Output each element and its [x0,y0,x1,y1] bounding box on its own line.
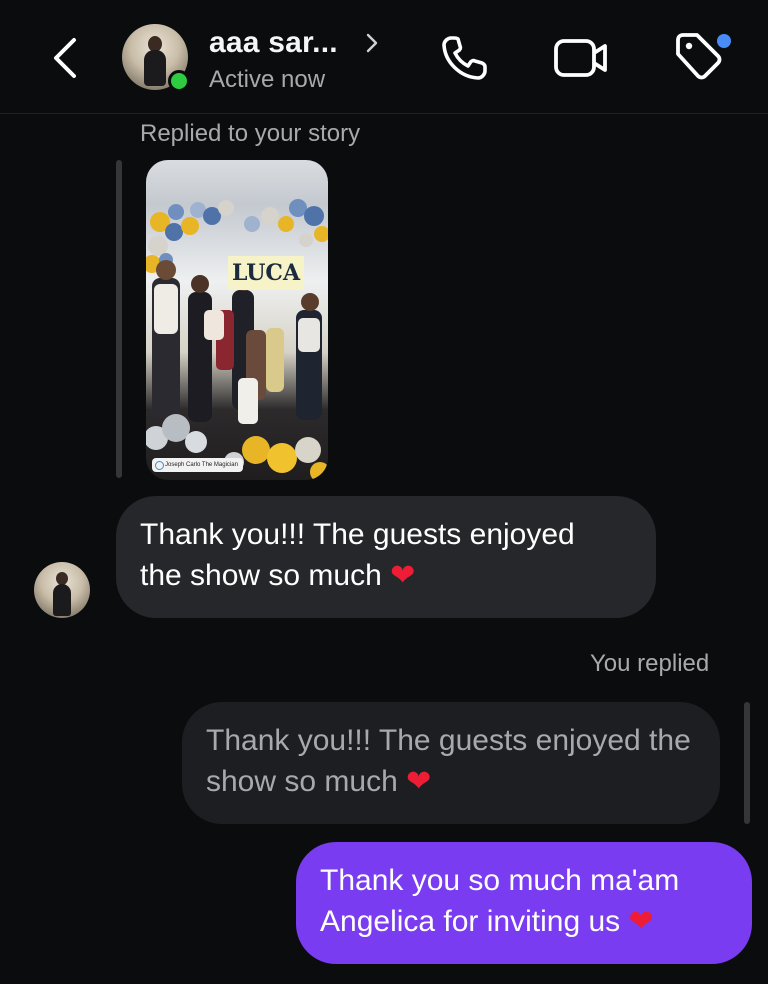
notification-dot [717,34,731,48]
story-reply-bar [116,160,122,478]
heart-emoji-icon: ❤ [628,904,654,939]
phone-icon[interactable] [438,32,492,84]
quote-bar [744,702,750,824]
online-indicator [168,70,190,92]
quoted-message[interactable]: Thank you!!! The guests enjoyed the show… [182,702,720,824]
chat-header: aaa sar... Active now [0,0,768,114]
heart-emoji-icon: ❤ [406,764,432,799]
back-chevron-icon [54,38,76,78]
contact-name[interactable]: aaa sar... [209,26,338,60]
sender-avatar[interactable] [34,562,90,618]
message-text: the show so much [140,559,382,592]
heart-emoji-icon: ❤ [390,558,416,593]
message-text: Angelica for inviting us [320,905,621,938]
message-line-with-emoji: the show so much ❤ [140,555,632,596]
story-sign: LUCA [228,256,304,290]
message-line: Thank you so much ma'am [320,864,680,897]
quoted-line-with-emoji: show so much ❤ [206,761,696,802]
story-thumbnail[interactable]: LUCA Joseph Carlo The Magician [146,160,328,480]
back-button[interactable] [42,32,86,84]
chat-screen: aaa sar... Active now Replied to your st… [0,0,768,984]
you-replied-label: You replied [590,650,710,677]
chevron-right-icon[interactable] [364,32,380,54]
story-reply-caption: Replied to your story [140,120,361,147]
active-status: Active now [209,66,326,93]
party-photo [146,199,328,480]
video-camera-icon[interactable] [552,34,610,82]
quoted-text: show so much [206,765,398,798]
tag-icon[interactable] [672,30,734,84]
contact-avatar[interactable] [122,24,190,92]
incoming-message[interactable]: Thank you!!! The guests enjoyed the show… [116,496,656,618]
message-line: Thank you!!! The guests enjoyed [140,518,575,551]
message-line-with-emoji: Angelica for inviting us ❤ [320,901,728,942]
outgoing-message[interactable]: Thank you so much ma'am Angelica for inv… [296,842,752,964]
quoted-line: Thank you!!! The guests enjoyed the [206,724,691,757]
story-location-chip: Joseph Carlo The Magician [152,458,243,472]
